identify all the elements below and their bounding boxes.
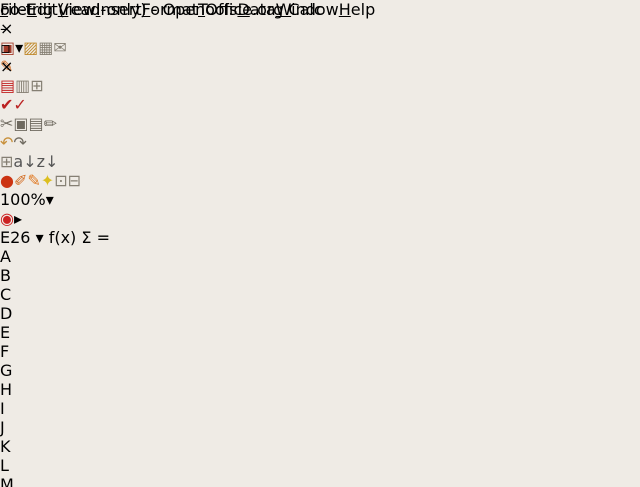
column-header-K[interactable]: K <box>0 437 39 456</box>
gallery-icon[interactable]: ● <box>0 171 14 190</box>
zoom-select[interactable]: 100%▾ <box>0 190 640 209</box>
data-sources-icon[interactable]: ⊟ <box>68 171 81 190</box>
styles-icon[interactable]: ⊡ <box>54 171 67 190</box>
title-bar[interactable]: oo-trig (read-only) - OpenOffice.org Cal… <box>0 0 640 14</box>
autospellcheck-icon[interactable]: ✓ <box>13 95 26 114</box>
function-wizard-icon[interactable]: f(x) <box>49 228 77 247</box>
cut-icon[interactable]: ✂ <box>0 114 13 133</box>
export-pdf-icon[interactable]: ▤ <box>0 76 15 95</box>
column-header-G[interactable]: G <box>0 361 39 380</box>
undo-icon[interactable]: ↶ <box>0 133 13 152</box>
zoom-dropdown-icon[interactable]: ▾ <box>46 190 54 209</box>
cell-reference-dropdown-icon[interactable]: ▾ <box>36 228 44 247</box>
column-header-F[interactable]: F <box>0 342 39 361</box>
column-header-J[interactable]: J <box>0 418 39 437</box>
column-header-E[interactable]: E <box>0 323 39 342</box>
app-window: oo-trig (read-only) - OpenOffice.org Cal… <box>0 0 640 487</box>
column-header-C[interactable]: C <box>0 285 39 304</box>
maximize-button[interactable]: ▫ <box>0 38 640 57</box>
sum-icon[interactable]: Σ <box>81 228 91 247</box>
toolbar-overflow-icon[interactable]: ▸ <box>14 209 22 228</box>
page-preview-icon[interactable]: ⊞ <box>30 76 43 95</box>
column-header-L[interactable]: L <box>0 456 39 475</box>
zoom-value: 100% <box>0 190 46 209</box>
redo-icon[interactable]: ↷ <box>13 133 26 152</box>
sort-descending-icon[interactable]: z↓ <box>37 152 59 171</box>
help-icon[interactable]: ◉ <box>0 209 14 228</box>
minimize-button[interactable]: – <box>0 19 640 38</box>
column-header-M[interactable]: M <box>0 475 39 487</box>
navigator-icon[interactable]: ✦ <box>41 171 54 190</box>
format-paintbrush-icon[interactable]: ✏ <box>44 114 57 133</box>
draw-functions-icon[interactable]: ✎ <box>27 171 40 190</box>
formula-bar: E26 ▾ f(x) Σ = <box>0 228 640 247</box>
close-button[interactable]: × <box>0 57 640 76</box>
hyperlink-icon[interactable]: ✐ <box>14 171 27 190</box>
formula-icon[interactable]: = <box>97 228 110 247</box>
column-header-D[interactable]: D <box>0 304 39 323</box>
column-header-H[interactable]: H <box>0 380 39 399</box>
copy-icon[interactable]: ▣ <box>13 114 28 133</box>
column-header-B[interactable]: B <box>0 266 39 285</box>
cell-reference-input[interactable]: E26 <box>0 228 30 247</box>
sort-ascending-icon[interactable]: a↓ <box>13 152 36 171</box>
print-icon[interactable]: ▥ <box>15 76 30 95</box>
column-header-A[interactable]: A <box>0 247 39 266</box>
window-title: oo-trig (read-only) - OpenOffice.org Cal… <box>0 0 640 19</box>
column-headers: ABCDEFGHIJKLMNO <box>0 247 640 487</box>
spellcheck-icon[interactable]: ✔ <box>0 95 13 114</box>
paste-icon[interactable]: ▤ <box>29 114 44 133</box>
insert-table-icon[interactable]: ⊞ <box>0 152 13 171</box>
column-header-I[interactable]: I <box>0 399 39 418</box>
